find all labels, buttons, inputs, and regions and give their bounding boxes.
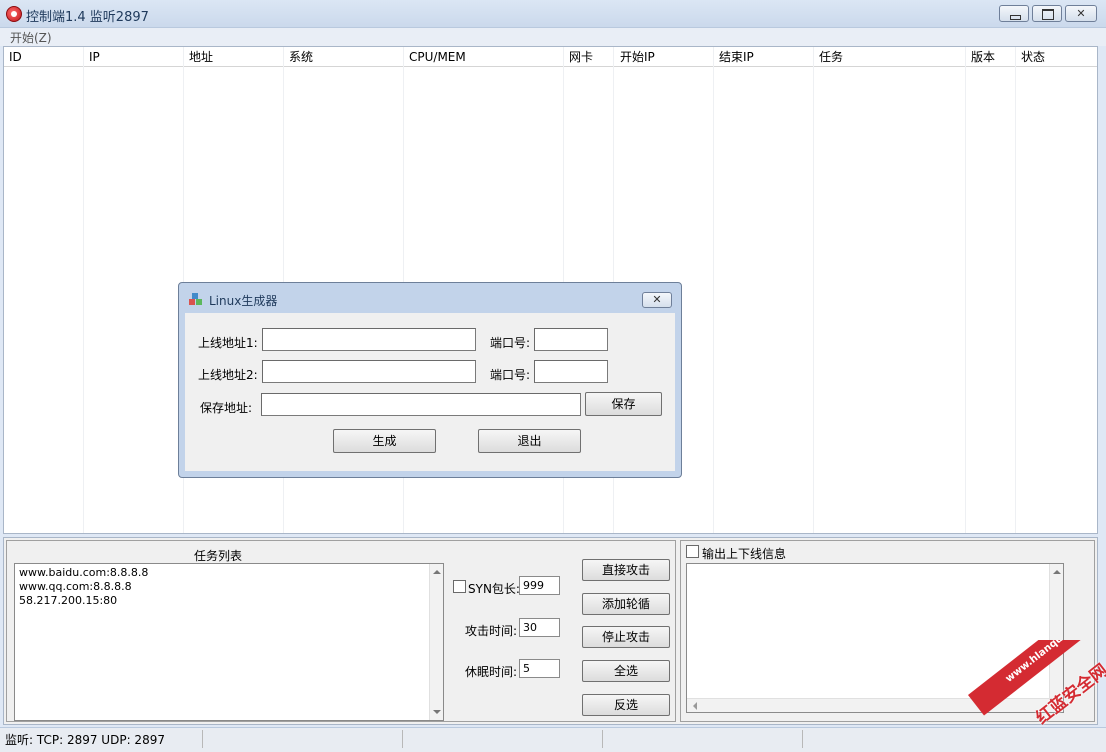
generator-icon [189,293,202,305]
bottom-panel: 任务列表 www.baidu.com:8.8.8.8 www.qq.com:8.… [3,537,1098,725]
close-icon: ✕ [1076,7,1086,20]
save-path-input[interactable] [261,393,581,416]
column-nic[interactable]: 网卡 [564,47,593,67]
sleep-time-label: 休眠时间: [465,665,518,679]
port-2-label: 端口号: [490,368,531,382]
syn-length-input[interactable]: 999 [519,576,560,595]
column-end-ip[interactable]: 结束IP [714,47,754,67]
port-1-input[interactable] [534,328,608,351]
log-horizontal-scrollbar[interactable] [687,698,1063,712]
status-divider [402,730,403,748]
dialog-body: 上线地址1: 端口号: 上线地址2: 端口号: 保存地址: 保存 生成 退出 [185,313,675,471]
task-group: 任务列表 www.baidu.com:8.8.8.8 www.qq.com:8.… [6,540,676,722]
online-address-1-label: 上线地址1: [198,336,258,350]
column-ip[interactable]: IP [84,47,100,67]
column-status[interactable]: 状态 [1016,47,1045,67]
log-group: 输出上下线信息 [680,540,1095,722]
direct-attack-button[interactable]: 直接攻击 [582,559,670,581]
column-system[interactable]: 系统 [284,47,313,67]
task-item[interactable]: 58.217.200.15:80 [15,594,443,608]
exit-button[interactable]: 退出 [478,429,581,453]
attack-time-label: 攻击时间: [465,624,518,638]
stop-attack-button[interactable]: 停止攻击 [582,626,670,648]
online-address-1-input[interactable] [262,328,476,351]
log-scrollbar[interactable] [1049,564,1063,699]
column-start-ip[interactable]: 开始IP [615,47,655,67]
maximize-icon [1033,6,1061,21]
status-divider [602,730,603,748]
window-title: 控制端1.4 监听2897 [26,10,149,25]
syn-length-label: SYN包长: [468,582,520,596]
status-divider [802,730,803,748]
linux-generator-dialog: Linux生成器 ✕ 上线地址1: 端口号: 上线地址2: 端口号: 保存地址:… [178,282,682,478]
scroll-left-icon[interactable] [693,702,697,710]
app-icon [6,6,22,22]
scroll-up-icon[interactable] [433,570,441,574]
task-item[interactable]: www.baidu.com:8.8.8.8 [15,566,443,580]
column-divider [1015,47,1016,533]
task-list[interactable]: www.baidu.com:8.8.8.8 www.qq.com:8.8.8.8… [14,563,444,721]
column-address[interactable]: 地址 [184,47,213,67]
log-output-label: 输出上下线信息 [702,547,787,561]
task-item[interactable]: www.qq.com:8.8.8.8 [15,580,443,594]
log-output[interactable] [686,563,1064,713]
maximize-button[interactable] [1032,5,1062,22]
invert-selection-button[interactable]: 反选 [582,694,670,716]
menu-bar: 开始(Z) [0,28,1106,46]
syn-checkbox[interactable] [453,580,466,593]
log-output-checkbox[interactable] [686,545,699,558]
save-button[interactable]: 保存 [585,392,662,416]
task-list-header: 任务列表 [194,549,243,563]
minimize-button[interactable] [999,5,1029,22]
column-task[interactable]: 任务 [814,47,843,67]
column-divider [965,47,966,533]
menu-start[interactable]: 开始(Z) [10,29,52,46]
select-all-button[interactable]: 全选 [582,660,670,682]
title-bar: 控制端1.4 监听2897 ✕ [0,0,1106,28]
dialog-title: Linux生成器 [209,294,278,308]
column-id[interactable]: ID [4,47,22,67]
sleep-time-input[interactable]: 5 [519,659,560,678]
host-list-header: ID IP 地址 系统 CPU/MEM 网卡 开始IP 结束IP 任务 版本 状… [4,47,1097,67]
column-divider [83,47,84,533]
scroll-down-icon[interactable] [433,710,441,714]
minimize-icon [1000,6,1028,21]
column-divider [713,47,714,533]
scroll-up-icon[interactable] [1053,570,1061,574]
port-1-label: 端口号: [490,336,531,350]
column-version[interactable]: 版本 [966,47,995,67]
save-path-label: 保存地址: [200,401,253,415]
status-divider [202,730,203,748]
task-list-scrollbar[interactable] [429,564,443,720]
status-listen: 监听: TCP: 2897 UDP: 2897 [5,733,165,747]
column-divider [813,47,814,533]
dialog-close-button[interactable]: ✕ [642,292,672,308]
attack-time-input[interactable]: 30 [519,618,560,637]
status-bar: 监听: TCP: 2897 UDP: 2897 [0,727,1106,752]
close-button[interactable]: ✕ [1065,5,1097,22]
add-rotation-button[interactable]: 添加轮循 [582,593,670,615]
online-address-2-label: 上线地址2: [198,368,258,382]
generate-button[interactable]: 生成 [333,429,436,453]
port-2-input[interactable] [534,360,608,383]
column-cpu-mem[interactable]: CPU/MEM [404,47,466,67]
online-address-2-input[interactable] [262,360,476,383]
